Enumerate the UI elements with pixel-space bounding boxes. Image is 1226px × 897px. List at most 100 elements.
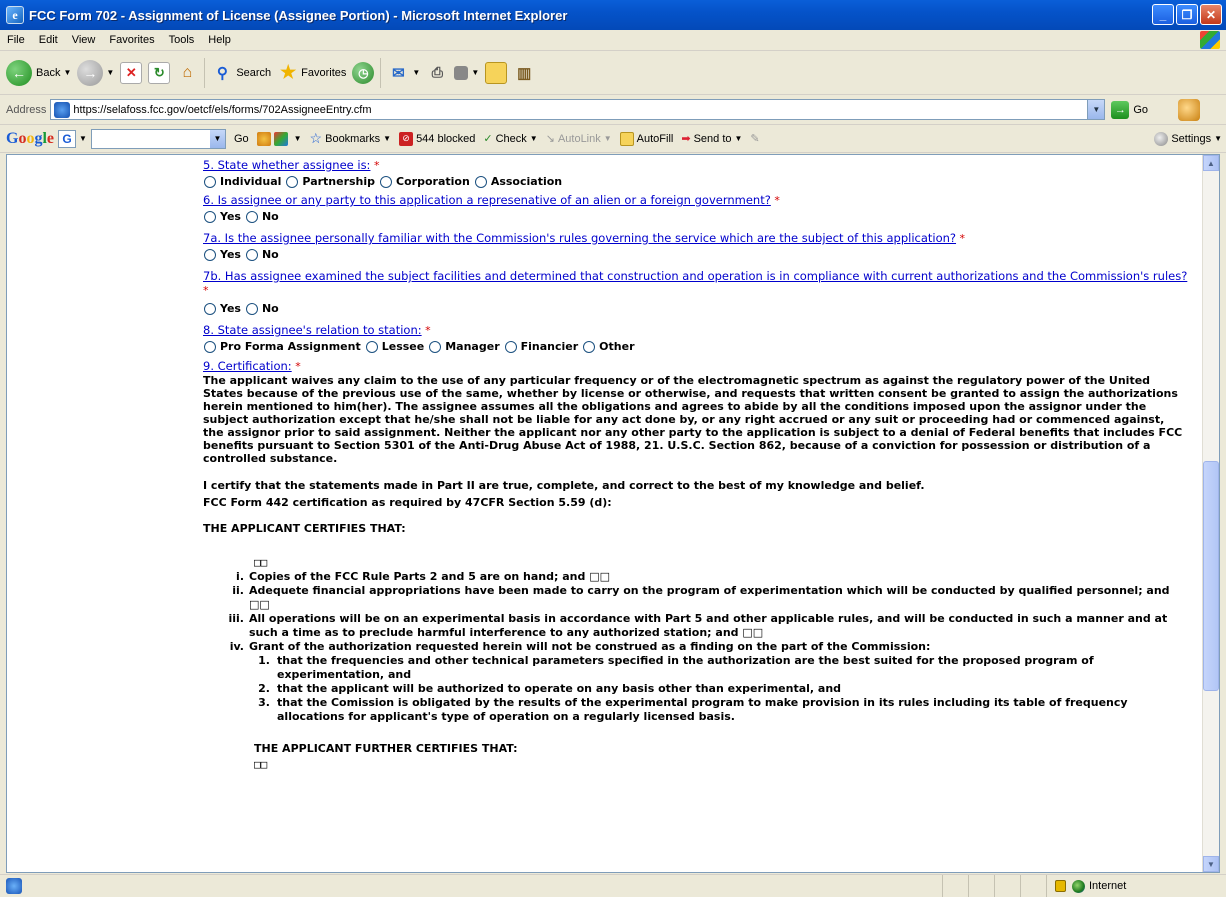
autolink-button[interactable]: ↘ AutoLink ▼ bbox=[546, 132, 612, 146]
question-5-label[interactable]: 5. State whether assignee is: bbox=[203, 158, 370, 172]
status-bar: Internet bbox=[0, 874, 1226, 897]
required-marker: * bbox=[203, 284, 209, 297]
edit-dropdown-icon[interactable]: ▼ bbox=[471, 68, 479, 77]
question-6-label[interactable]: 6. Is assignee or any party to this appl… bbox=[203, 193, 771, 207]
radio-button[interactable] bbox=[474, 175, 487, 188]
menu-help[interactable]: Help bbox=[201, 34, 238, 46]
mail-dropdown-icon[interactable]: ▼ bbox=[412, 68, 420, 77]
search-button[interactable]: ⚲ Search bbox=[211, 62, 271, 84]
option-pro-forma-assignment[interactable]: Pro Forma Assignment bbox=[203, 340, 361, 354]
address-input[interactable]: https://selafoss.fcc.gov/oetcf/els/forms… bbox=[50, 99, 1106, 120]
radio-button[interactable] bbox=[504, 340, 517, 353]
forward-button[interactable]: → ▼ bbox=[77, 59, 114, 86]
radio-button[interactable] bbox=[429, 340, 442, 353]
edit-button[interactable]: ▼ bbox=[454, 65, 479, 80]
option-no[interactable]: No bbox=[245, 210, 279, 224]
minimize-button[interactable]: _ bbox=[1152, 4, 1174, 25]
radio-button[interactable] bbox=[204, 248, 216, 261]
menu-view[interactable]: View bbox=[65, 34, 103, 46]
option-lessee[interactable]: Lessee bbox=[365, 340, 424, 354]
refresh-button[interactable]: ↻ bbox=[148, 61, 171, 84]
option-no[interactable]: No bbox=[245, 302, 279, 316]
option-financier[interactable]: Financier bbox=[504, 340, 578, 354]
highlight-button[interactable]: ✎ bbox=[750, 132, 759, 145]
print-button[interactable]: ⎙ bbox=[426, 62, 448, 84]
list-item-number: iv. bbox=[229, 640, 244, 653]
question-9-label[interactable]: 9. Certification: bbox=[203, 359, 292, 373]
question-8-label[interactable]: 8. State assignee's relation to station: bbox=[203, 323, 422, 337]
google-menu-dropdown-icon: ▼ bbox=[79, 134, 87, 143]
close-button[interactable]: ✕ bbox=[1200, 4, 1222, 25]
form-702-assignee: 5. State whether assignee is: * Individu… bbox=[203, 155, 1193, 772]
question-7b-label[interactable]: 7b. Has assignee examined the subject fa… bbox=[203, 269, 1187, 283]
radio-button[interactable] bbox=[245, 210, 258, 223]
menu-file[interactable]: File bbox=[0, 34, 32, 46]
menu-tools[interactable]: Tools bbox=[162, 34, 202, 46]
home-button[interactable]: ⌂ bbox=[176, 62, 198, 84]
sub-list-text: that the Comission is obligated by the r… bbox=[277, 696, 1128, 723]
bookmark-star-icon: ☆ bbox=[309, 130, 323, 146]
radio-button[interactable] bbox=[204, 302, 216, 315]
scrollbar-thumb[interactable] bbox=[1203, 461, 1219, 691]
spellcheck-button[interactable]: ✓ Check ▼ bbox=[483, 132, 537, 146]
vertical-scrollbar[interactable]: ▲ ▼ bbox=[1202, 155, 1219, 872]
menu-favorites[interactable]: Favorites bbox=[102, 34, 161, 46]
option-individual[interactable]: Individual bbox=[203, 175, 281, 189]
search-icon: ⚲ bbox=[216, 64, 228, 82]
radio-button[interactable] bbox=[204, 175, 216, 188]
option-yes[interactable]: Yes bbox=[203, 302, 241, 316]
radio-button[interactable] bbox=[583, 340, 596, 353]
radio-button[interactable] bbox=[286, 175, 299, 188]
sendto-button[interactable]: ➡ Send to ▼ bbox=[681, 132, 742, 146]
option-yes[interactable]: Yes bbox=[203, 248, 241, 262]
links-icon[interactable] bbox=[1178, 98, 1201, 121]
scroll-down-icon[interactable]: ▼ bbox=[1203, 856, 1219, 872]
radio-button[interactable] bbox=[380, 175, 393, 188]
option-manager[interactable]: Manager bbox=[428, 340, 500, 354]
address-dropdown-icon[interactable]: ▼ bbox=[1087, 100, 1105, 119]
standard-toolbar: ← Back ▼ → ▼ ✕ ↻ ⌂ ⚲ Search ★ Favorites … bbox=[0, 51, 1226, 95]
discuss-button[interactable] bbox=[485, 61, 508, 84]
autofill-label: AutoFill bbox=[636, 132, 674, 145]
research-button[interactable]: ▥ bbox=[513, 62, 535, 84]
stop-button[interactable]: ✕ bbox=[120, 61, 143, 84]
autofill-button[interactable]: AutoFill bbox=[619, 131, 674, 146]
back-dropdown-icon[interactable]: ▼ bbox=[63, 68, 71, 77]
option-label: Yes bbox=[220, 247, 241, 261]
radio-button[interactable] bbox=[365, 340, 378, 353]
option-label: Yes bbox=[220, 209, 241, 223]
forward-dropdown-icon[interactable]: ▼ bbox=[106, 68, 114, 77]
radio-button[interactable] bbox=[245, 302, 258, 315]
menu-edit[interactable]: Edit bbox=[32, 34, 65, 46]
bookmarks-button[interactable]: ☆ Bookmarks ▼ bbox=[310, 130, 392, 147]
google-go-button[interactable]: Go bbox=[234, 133, 249, 145]
radio-button[interactable] bbox=[204, 210, 216, 223]
back-button[interactable]: ← Back ▼ bbox=[6, 59, 71, 86]
question-7a-label[interactable]: 7a. Is the assignee personally familiar … bbox=[203, 231, 956, 245]
google-extras[interactable]: ▼ bbox=[256, 131, 302, 146]
google-search-dropdown-icon[interactable]: ▼ bbox=[209, 129, 225, 148]
option-association[interactable]: Association bbox=[474, 175, 562, 189]
scroll-up-icon[interactable]: ▲ bbox=[1203, 155, 1219, 171]
radio-button[interactable] bbox=[204, 340, 216, 353]
option-partnership[interactable]: Partnership bbox=[285, 175, 375, 189]
settings-button[interactable]: Settings ▼ bbox=[1154, 131, 1222, 146]
history-icon: ◷ bbox=[352, 61, 375, 84]
google-menu-button[interactable]: G ▼ bbox=[58, 129, 87, 148]
mail-button[interactable]: ✉ ▼ bbox=[387, 62, 420, 84]
bookmarks-dropdown-icon: ▼ bbox=[383, 134, 392, 143]
option-other[interactable]: Other bbox=[582, 340, 635, 354]
google-search-input[interactable]: ▼ bbox=[90, 128, 226, 149]
favorites-button[interactable]: ★ Favorites bbox=[277, 62, 346, 84]
settings-label: Settings bbox=[1171, 132, 1212, 145]
maximize-button[interactable]: ❐ bbox=[1176, 4, 1198, 25]
option-corporation[interactable]: Corporation bbox=[379, 175, 470, 189]
go-button[interactable]: → Go bbox=[1111, 100, 1148, 119]
option-no[interactable]: No bbox=[245, 248, 279, 262]
radio-button[interactable] bbox=[245, 248, 258, 261]
popup-blocker-button[interactable]: ⊘ 544 blocked bbox=[399, 131, 475, 146]
question-9: 9. Certification: * bbox=[203, 359, 1193, 374]
history-button[interactable]: ◷ bbox=[352, 61, 375, 84]
title-bar: e FCC Form 702 - Assignment of License (… bbox=[0, 0, 1226, 30]
option-yes[interactable]: Yes bbox=[203, 210, 241, 224]
